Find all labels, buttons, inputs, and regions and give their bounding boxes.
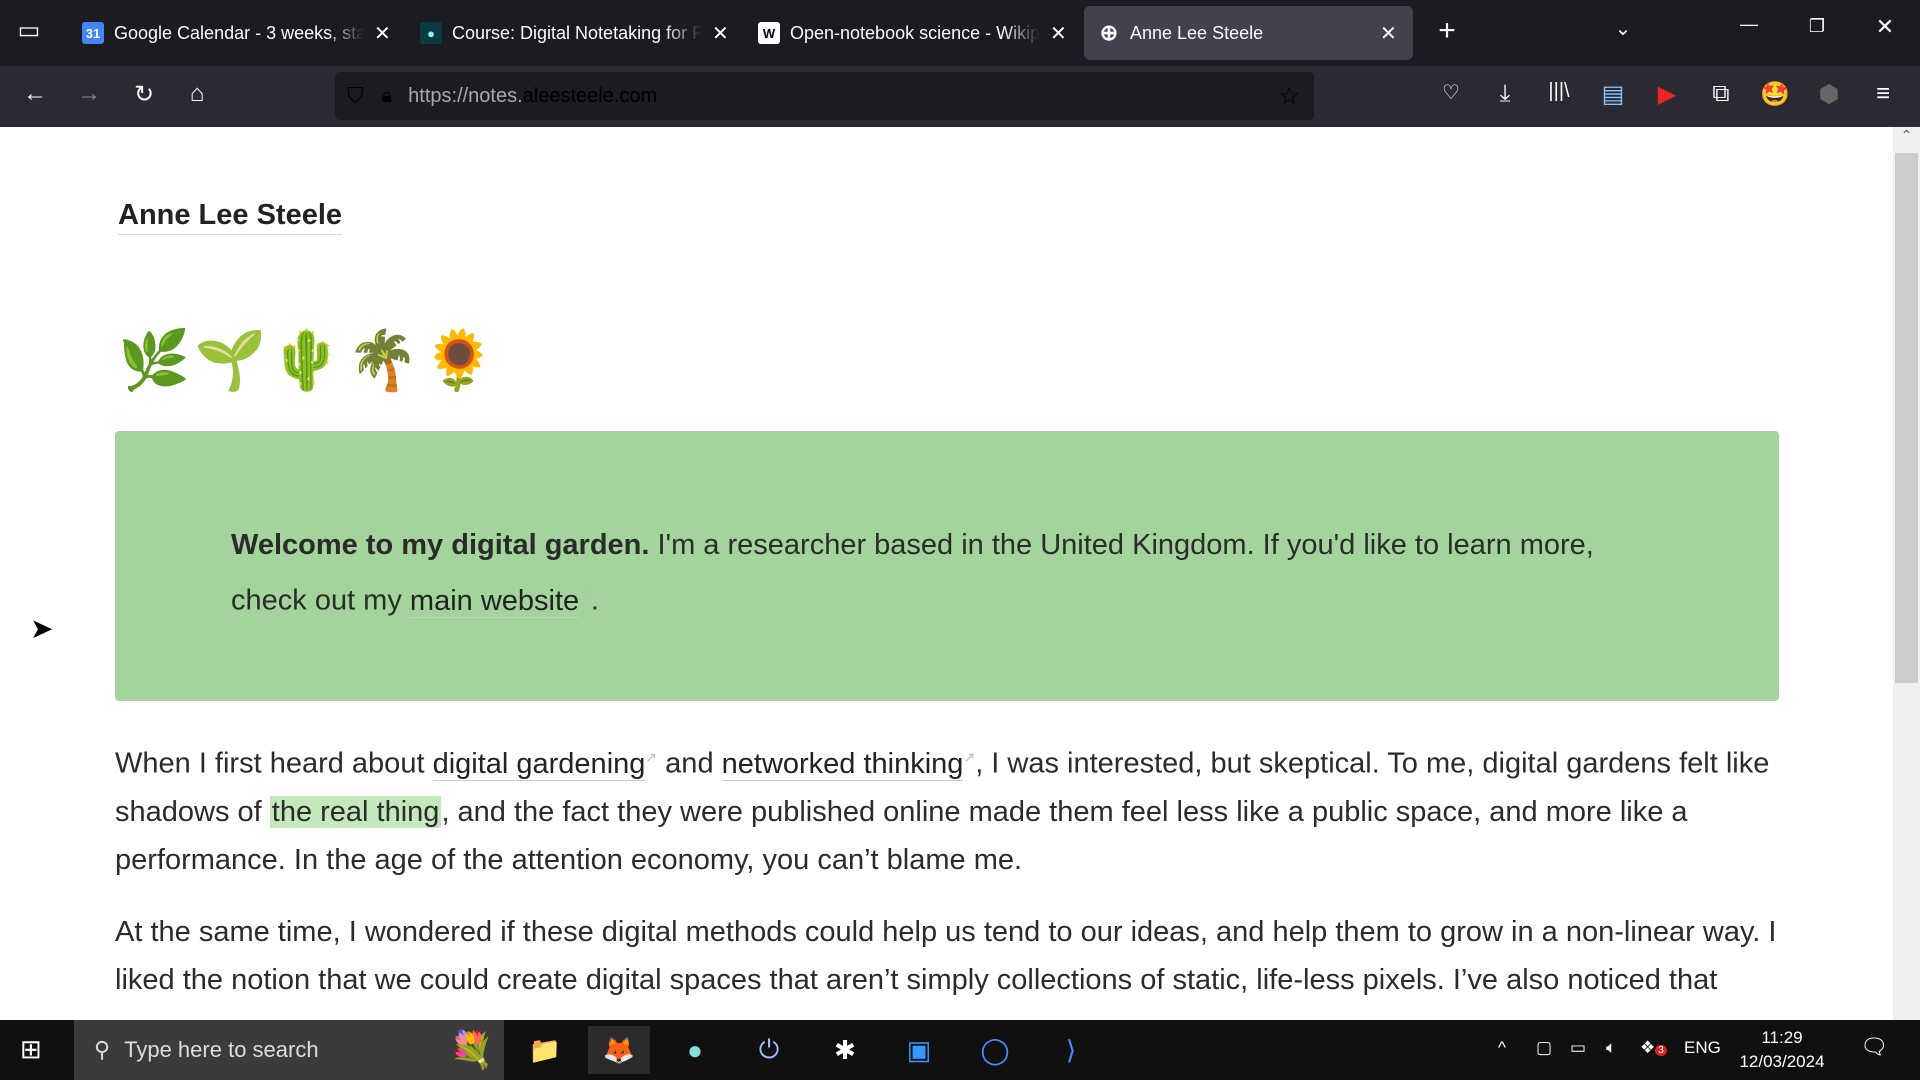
extensions-icon[interactable]: ⧉ [1704, 80, 1738, 108]
tab-title: Course: Digital Notetaking for Research [452, 22, 702, 43]
powershell-icon[interactable]: ⟩ [1040, 1026, 1102, 1074]
wikipedia-icon: W [758, 22, 780, 44]
close-icon[interactable]: ✕ [1050, 21, 1067, 46]
firefox-icon[interactable]: 🦊 [588, 1026, 650, 1074]
close-icon[interactable]: ✕ [712, 21, 729, 46]
tab-bar: ▭ 31 Google Calendar - 3 weeks, starting ✕… [0, 0, 1920, 66]
intro-paragraph: When I first heard about digital gardeni… [115, 733, 1785, 884]
downloads-icon[interactable]: ⤓ [1488, 80, 1522, 108]
external-link-icon: ↗ [579, 586, 591, 602]
taskbar-search[interactable]: ⚲ Type here to search 💐 [74, 1020, 504, 1080]
search-icon: ⚲ [94, 1037, 111, 1062]
close-icon[interactable]: ✕ [1380, 21, 1397, 46]
pocket-icon[interactable]: ♡ [1434, 80, 1468, 105]
external-link-icon: ↗ [963, 749, 976, 765]
home-icon[interactable]: ⌂ [180, 80, 214, 108]
reload-icon[interactable]: ↻ [127, 80, 161, 109]
tab-google-calendar[interactable]: 31 Google Calendar - 3 weeks, starting ✕ [68, 6, 406, 60]
tab-overview-icon[interactable]: ▭ [12, 16, 46, 45]
menu-icon[interactable]: ≡ [1866, 80, 1900, 108]
tab-course[interactable]: ● Course: Digital Notetaking for Research… [406, 6, 744, 60]
scroll-up-icon[interactable]: ⌃ [1893, 127, 1920, 144]
external-link-icon: ↗ [645, 749, 658, 765]
welcome-callout: Welcome to my digital garden. I'm a rese… [115, 431, 1779, 701]
new-tab-button[interactable]: + [1430, 14, 1464, 48]
signal-icon[interactable]: ◯ [964, 1026, 1026, 1074]
timer-app-icon[interactable]: ⏻ [738, 1026, 800, 1074]
address-bar[interactable]: ⛉ 🔒︎ https://notes.aleesteele.com ☆ [335, 72, 1314, 120]
show-hidden-icons[interactable]: ^ [1498, 1038, 1506, 1058]
text: When I first heard about [115, 747, 433, 780]
mouse-cursor-icon: ➤ [30, 613, 54, 644]
bookmark-star-icon[interactable]: ☆ [1278, 82, 1300, 111]
welcome-heading: Welcome to my digital garden. [231, 529, 650, 561]
networked-thinking-link[interactable]: networked thinking [721, 747, 964, 781]
scrollbar[interactable]: ⌃ [1893, 127, 1920, 1020]
battery-icon[interactable]: ▭ [1570, 1038, 1586, 1058]
file-explorer-icon[interactable]: 📁 [514, 1026, 576, 1074]
close-window-button[interactable]: ✕ [1868, 14, 1902, 40]
scrollbar-thumb[interactable] [1895, 153, 1918, 683]
volume-icon[interactable]: 🔈︎ [1606, 1038, 1616, 1058]
windows-start-icon[interactable]: ⊞ [20, 1034, 42, 1065]
back-icon[interactable]: ← [18, 80, 52, 108]
list-all-tabs-icon[interactable]: ⌄ [1606, 16, 1640, 41]
text: and [657, 747, 722, 780]
time: 11:29 [1761, 1028, 1803, 1047]
restore-button[interactable]: ❐ [1800, 16, 1834, 37]
shield-icon[interactable]: ⛉ [347, 83, 364, 109]
tab-title: Anne Lee Steele [1130, 22, 1264, 43]
date: 12/03/2024 [1739, 1052, 1825, 1071]
action-center-icon[interactable]: 🗨︎ [1860, 1034, 1888, 1060]
windows-taskbar: ⊞ ⚲ Type here to search 💐 📁 🦊 ● ⏻ ✱ ▣ ◯ ⟩ … [0, 1020, 1920, 1080]
plant-emoji-row: 🌿🌱🌵🌴🌻 [118, 328, 500, 393]
notification-badge: 3 [1655, 1045, 1667, 1056]
close-icon[interactable]: ✕ [374, 21, 391, 46]
tab-title: Open-notebook science - Wikipedia [790, 22, 1040, 43]
second-paragraph: At the same time, I wondered if these di… [115, 916, 1777, 996]
page-content: Anne Lee Steele 🌿🌱🌵🌴🌻 Welcome to my digi… [0, 127, 1893, 1020]
tab-title: Google Calendar - 3 weeks, starting [114, 22, 364, 43]
dictation-app-icon[interactable]: ▣ [888, 1026, 950, 1074]
the-real-thing-link[interactable]: the real thing [269, 795, 442, 828]
callout-text-end: . [590, 584, 599, 617]
course-icon: ● [420, 22, 442, 44]
tab-wikipedia[interactable]: W Open-notebook science - Wikipedia ✕ [744, 6, 1082, 60]
cube-extension-icon[interactable]: ⬢ [1812, 80, 1846, 109]
course-app-icon[interactable]: ● [664, 1026, 726, 1074]
search-placeholder: Type here to search [124, 1037, 319, 1062]
language-indicator[interactable]: ENG [1684, 1038, 1721, 1058]
dropbox-icon[interactable]: ❖ 3 [1640, 1038, 1667, 1058]
document-extension-icon[interactable]: ▤ [1596, 80, 1630, 109]
star-struck-extension-icon[interactable]: 🤩 [1758, 80, 1792, 109]
slack-icon[interactable]: ✱ [814, 1026, 876, 1074]
clock[interactable]: 11:29 12/03/2024 [1736, 1026, 1828, 1074]
site-title[interactable]: Anne Lee Steele [118, 199, 343, 235]
minimize-button[interactable]: — [1732, 14, 1766, 35]
main-website-link[interactable]: main website [409, 584, 580, 618]
tab-anne-lee-steele[interactable]: ⊕ Anne Lee Steele ✕ [1084, 6, 1413, 60]
library-icon[interactable]: |||\ [1542, 80, 1576, 103]
meet-now-icon[interactable]: ▢ [1536, 1038, 1552, 1058]
flowers-icon: 💐 [449, 1029, 494, 1070]
forward-icon[interactable]: → [72, 80, 106, 108]
digital-gardening-link[interactable]: digital gardening [432, 747, 646, 781]
youtube-extension-icon[interactable]: ▶ [1650, 80, 1684, 109]
url-text: https://notes.aleesteele.com [408, 84, 658, 107]
lock-icon[interactable]: 🔒︎ [382, 85, 393, 108]
google-calendar-icon: 31 [82, 22, 104, 44]
globe-icon: ⊕ [1099, 20, 1119, 45]
